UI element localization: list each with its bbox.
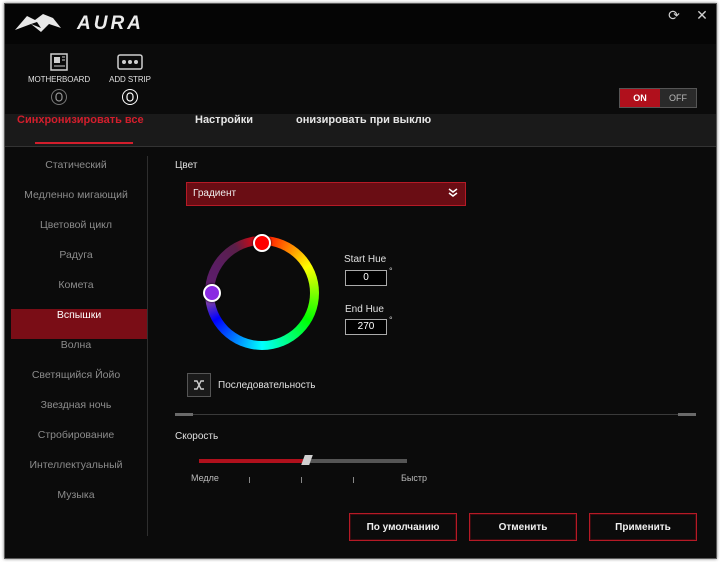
speed-tick [301,477,302,483]
device-label: ADD STRIP [109,75,151,84]
color-mode-dropdown[interactable]: Градиент [186,182,466,206]
speed-min-label: Медле [191,473,219,483]
power-off-option[interactable]: OFF [660,89,696,107]
sidebar-item-flash[interactable]: Вспышки [11,309,147,339]
cancel-button[interactable]: Отменить [469,513,577,541]
device-motherboard[interactable]: MOTHERBOARD [23,50,95,105]
apply-button[interactable]: Применить [589,513,697,541]
start-hue-handle[interactable] [253,234,271,252]
section-divider [175,414,696,415]
tab-sync-all[interactable]: Синхронизировать все [17,114,144,145]
color-label: Цвет [175,160,198,171]
device-label: MOTHERBOARD [27,75,90,84]
speed-tick [249,477,250,483]
default-button[interactable]: По умолчанию [349,513,457,541]
sidebar-item-rainbow[interactable]: Радуга [5,249,147,279]
sidebar-item-color-cycle[interactable]: Цветовой цикл [5,219,147,249]
tab-bar: Синхронизировать все Настройки онизирова… [5,114,716,147]
sequence-toggle[interactable] [187,373,211,397]
divider-cap-right [678,413,696,416]
led-strip-icon [94,50,166,72]
speed-label: Скорость [175,431,219,442]
end-hue-handle[interactable] [203,284,221,302]
sidebar-item-static[interactable]: Статический [5,159,147,189]
hue-wheel[interactable] [203,234,319,350]
sidebar-item-music[interactable]: Музыка [5,489,147,519]
sidebar-item-smart[interactable]: Интеллектуальный [5,459,147,489]
start-hue-input[interactable]: 0 [345,270,387,286]
tab-sync-on-shutdown[interactable]: онизировать при выклю [296,114,431,145]
sidebar-divider [147,156,148,536]
motherboard-icon [23,50,95,72]
divider-cap-left [175,413,193,416]
hue-ring-center [214,245,310,341]
sidebar-item-comet[interactable]: Комета [5,279,147,309]
color-mode-value: Градиент [193,188,237,199]
end-hue-degree: ° [389,315,393,325]
title-bar: AURA ⟳ ✕ [5,4,716,44]
rog-logo-icon [15,14,61,32]
power-toggle[interactable]: ON OFF [619,88,697,108]
active-tab-indicator [35,142,133,144]
device-add-strip[interactable]: ADD STRIP [94,50,166,105]
device-led-badge [122,89,138,105]
start-hue-label: Start Hue [344,254,387,265]
refresh-icon[interactable]: ⟳ [665,7,683,25]
sidebar-item-strobing[interactable]: Стробирование [5,429,147,459]
sidebar-item-starry-night[interactable]: Звездная ночь [5,399,147,429]
speed-slider-thumb[interactable] [301,455,313,465]
end-hue-label: End Hue [345,304,384,315]
sidebar-item-glowing-yoyo[interactable]: Светящийся Йойо [5,369,147,399]
aura-window: AURA ⟳ ✕ MOTHERBOARD ADD STRIP ON OFF Си… [4,3,717,559]
close-icon[interactable]: ✕ [693,7,711,25]
app-title: AURA [77,13,144,34]
effects-sidebar: Статический Медленно мигающий Цветовой ц… [5,159,147,519]
tab-settings[interactable]: Настройки [195,114,253,145]
device-led-badge [51,89,67,105]
chevron-down-icon [447,186,459,201]
end-hue-input[interactable]: 270 [345,319,387,335]
sidebar-item-wave[interactable]: Волна [5,339,147,369]
speed-max-label: Быстр [401,473,428,483]
sidebar-item-breathing[interactable]: Медленно мигающий [5,189,147,219]
shuffle-icon [194,380,204,390]
speed-tick [353,477,354,483]
speed-slider[interactable] [199,455,407,465]
power-on-option[interactable]: ON [620,89,660,107]
sequence-label: Последовательность [218,380,316,391]
speed-slider-fill [199,459,303,463]
start-hue-degree: ° [389,266,393,276]
